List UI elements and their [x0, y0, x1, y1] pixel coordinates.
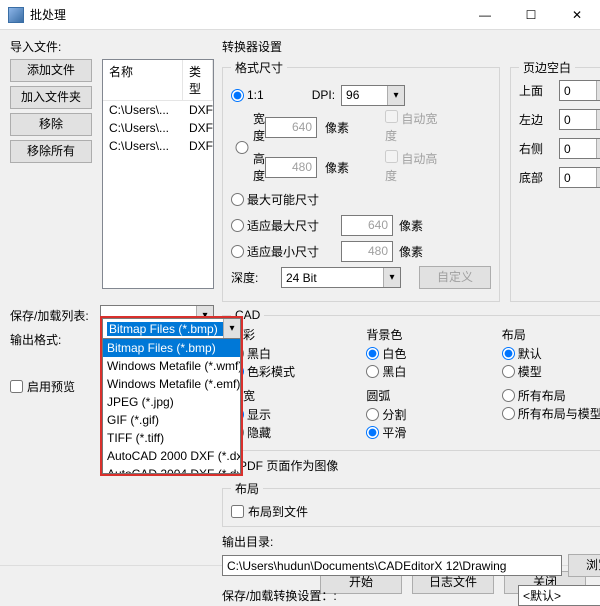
- dropdown-item[interactable]: Windows Metafile (*.emf): [103, 375, 240, 393]
- remove-all-button[interactable]: 移除所有: [10, 140, 92, 163]
- depth-label: 深度:: [231, 269, 281, 286]
- color-sub-label: 色彩: [231, 326, 348, 343]
- add-file-button[interactable]: 添加文件: [10, 59, 92, 82]
- file-list[interactable]: 名称 类型 C:\Users\... DXF C:\Users\... DXF …: [102, 59, 214, 289]
- file-list-header: 名称 类型: [103, 60, 213, 101]
- margin-left-label: 左边: [519, 111, 559, 128]
- margin-legend: 页边空白: [519, 59, 575, 76]
- fit-max-input[interactable]: [341, 215, 393, 236]
- ratio-1-1-radio[interactable]: 1:1: [231, 88, 264, 102]
- bg-sub-label: 背景色: [366, 326, 483, 343]
- close-button[interactable]: ✕: [554, 0, 600, 30]
- col-type[interactable]: 类型: [183, 60, 213, 100]
- add-folder-button[interactable]: 加入文件夹: [10, 86, 92, 109]
- output-dir-label: 输出目录:: [222, 533, 600, 550]
- dropdown-item[interactable]: JPEG (*.jpg): [103, 393, 240, 411]
- save-load-list-label: 保存/加载列表:: [10, 307, 100, 324]
- pixel-label: 像素: [325, 159, 385, 176]
- enable-preview-checkbox[interactable]: [10, 380, 23, 393]
- file-row[interactable]: C:\Users\... DXF: [103, 101, 213, 119]
- depth-combo[interactable]: 24 Bit: [281, 267, 401, 288]
- model-radio[interactable]: 模型: [502, 363, 542, 380]
- layout-legend: 布局: [231, 480, 263, 497]
- file-row[interactable]: C:\Users\... DXF: [103, 137, 213, 155]
- format-size-legend: 格式尺寸: [231, 59, 287, 76]
- save-load-conv-combo[interactable]: <默认>: [518, 585, 600, 606]
- width-input[interactable]: [265, 117, 317, 138]
- dropdown-selected: Bitmap Files (*.bmp): [107, 322, 236, 336]
- chevron-down-icon: [383, 268, 400, 287]
- window-title: 批处理: [30, 6, 462, 23]
- height-input[interactable]: [265, 157, 317, 178]
- cad-group: CAD 色彩 黑白 色彩模式 背景色 白色 黑白 布局 默认 模型: [222, 308, 600, 451]
- col-name[interactable]: 名称: [103, 60, 183, 100]
- dropdown-item[interactable]: Bitmap Files (*.bmp): [103, 339, 240, 357]
- dropdown-item[interactable]: Windows Metafile (*.wmf): [103, 357, 240, 375]
- margin-top-input[interactable]: ▴▾: [559, 80, 600, 101]
- wh-radio[interactable]: [231, 141, 253, 154]
- pixel-label: 像素: [399, 217, 423, 234]
- dropdown-item[interactable]: AutoCAD 2004 DXF (*.dxf): [103, 465, 240, 474]
- fit-max-radio[interactable]: 适应最大尺寸: [231, 217, 319, 234]
- browse-button[interactable]: 浏览: [568, 554, 600, 577]
- auto-height-check[interactable]: 自动高度: [385, 150, 445, 184]
- titlebar: 批处理 — ☐ ✕: [0, 0, 600, 30]
- converter-title: 转换器设置: [222, 38, 600, 55]
- black-radio[interactable]: 黑白: [366, 363, 406, 380]
- app-icon: [8, 7, 24, 23]
- custom-button[interactable]: 自定义: [419, 266, 491, 289]
- margin-top-label: 上面: [519, 82, 559, 99]
- dpi-label: DPI:: [312, 88, 335, 102]
- margin-bottom-label: 底部: [519, 169, 559, 186]
- output-format-dropdown[interactable]: Bitmap Files (*.bmp) Bitmap Files (*.bmp…: [100, 316, 243, 476]
- max-possible-radio[interactable]: 最大可能尺寸: [231, 191, 319, 208]
- dpi-combo[interactable]: 96: [341, 85, 405, 106]
- save-load-conv-label: 保存/加载转换设置：:: [222, 587, 372, 604]
- output-format-label: 输出格式:: [10, 331, 100, 348]
- margin-group: 页边空白 上面 ▴▾ 左边 ▴▾ 右侧 ▴▾ 底部 ▴▾: [510, 59, 600, 302]
- height-label: 高度: [253, 150, 265, 184]
- dropdown-item[interactable]: GIF (*.gif): [103, 411, 240, 429]
- layout-sub-label: 布局: [502, 326, 600, 343]
- pdf-as-image-label: PDF 页面作为图像: [239, 457, 338, 474]
- dropdown-item[interactable]: AutoCAD 2000 DXF (*.dxf): [103, 447, 240, 465]
- format-size-group: 格式尺寸 1:1 DPI: 96 宽度 像素 自动宽度 高度 像素 自: [222, 59, 500, 302]
- remove-button[interactable]: 移除: [10, 113, 92, 136]
- fit-min-radio[interactable]: 适应最小尺寸: [231, 243, 319, 260]
- pixel-label: 像素: [325, 119, 385, 136]
- output-dir-input[interactable]: [222, 555, 562, 576]
- lineweight-sub-label: 线宽: [231, 387, 348, 404]
- white-radio[interactable]: 白色: [366, 345, 406, 362]
- layout-to-file-label: 布局到文件: [248, 503, 308, 520]
- split-radio[interactable]: 分割: [366, 406, 406, 423]
- auto-width-check[interactable]: 自动宽度: [385, 110, 445, 144]
- all-layouts-radio[interactable]: 所有布局: [502, 387, 566, 404]
- smooth-radio[interactable]: 平滑: [366, 424, 406, 441]
- layout-to-file-checkbox[interactable]: [231, 505, 244, 518]
- all-and-model-radio[interactable]: 所有布局与模型: [502, 405, 600, 422]
- margin-right-label: 右侧: [519, 140, 559, 157]
- enable-preview-label: 启用预览: [27, 378, 75, 395]
- pixel-label: 像素: [399, 243, 423, 260]
- margin-bottom-input[interactable]: ▴▾: [559, 167, 600, 188]
- chevron-down-icon: [387, 86, 404, 105]
- maximize-button[interactable]: ☐: [508, 0, 554, 30]
- margin-left-input[interactable]: ▴▾: [559, 109, 600, 130]
- import-label: 导入文件:: [10, 38, 214, 55]
- dropdown-list[interactable]: Bitmap Files (*.bmp) Windows Metafile (*…: [102, 339, 241, 474]
- default-radio[interactable]: 默认: [502, 345, 542, 362]
- fit-min-input[interactable]: [341, 241, 393, 262]
- layout-group: 布局 布局到文件: [222, 480, 600, 527]
- width-label: 宽度: [253, 110, 265, 144]
- dropdown-item[interactable]: TIFF (*.tiff): [103, 429, 240, 447]
- chevron-down-icon[interactable]: [223, 319, 240, 338]
- minimize-button[interactable]: —: [462, 0, 508, 30]
- file-row[interactable]: C:\Users\... DXF: [103, 119, 213, 137]
- arc-sub-label: 圆弧: [366, 387, 483, 404]
- margin-right-input[interactable]: ▴▾: [559, 138, 600, 159]
